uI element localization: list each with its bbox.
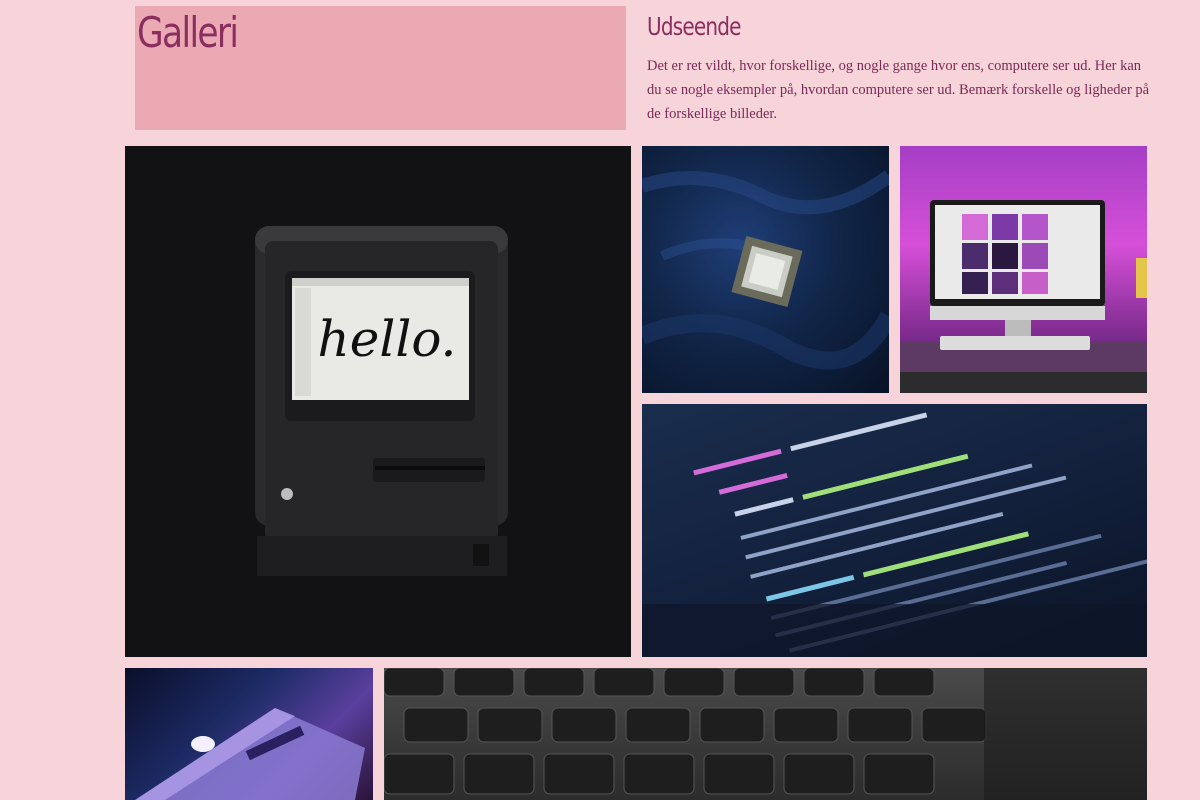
mac-screen-text: hello. [318,310,457,368]
gallery-image-laptop[interactable] [125,668,373,800]
keyboard-illustration [384,668,1147,800]
gallery-image-desk-setup[interactable] [900,146,1147,393]
intro-text: Det er ret vildt, hvor forskellige, og n… [647,58,1150,122]
desk-setup-illustration [900,200,1147,393]
code-screen-illustration [642,412,1147,657]
gallery-image-classic-mac[interactable]: hello. [125,146,631,657]
gallery-image-keyboard[interactable] [384,668,1147,800]
page-title: Galleri [137,8,239,57]
intro-heading: Udseende [647,12,741,41]
classic-mac-illustration: hello. [255,226,508,576]
laptop-illustration [135,708,365,800]
gallery-image-code-screen[interactable] [642,404,1147,657]
intro-section: Udseende Det er ret vildt, hvor forskell… [647,12,1157,126]
title-box: Galleri [135,6,626,130]
cpu-chip-illustration [642,170,889,370]
gallery-image-cpu-chip[interactable] [642,146,889,393]
